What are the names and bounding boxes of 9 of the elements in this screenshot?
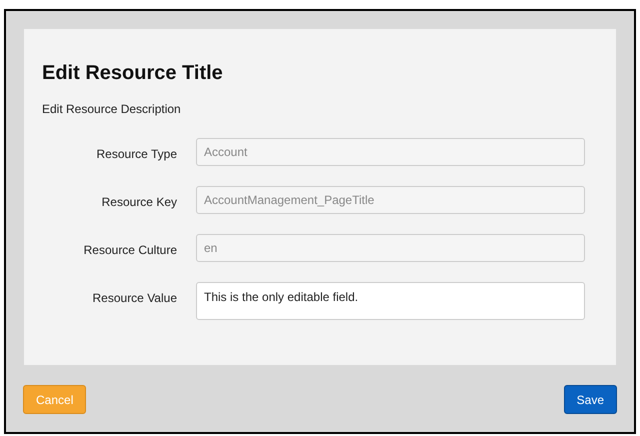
dialog-description: Edit Resource Description (42, 101, 182, 118)
cancel-button[interactable]: Cancel (23, 385, 86, 414)
field-label: Resource Value (92, 290, 178, 307)
resource-value-field[interactable]: This is the only editable field. (196, 282, 585, 320)
field-label: Resource Type (96, 146, 178, 163)
save-button[interactable]: Save (564, 385, 617, 414)
dialog-title: Edit Resource Title (42, 61, 224, 86)
field-label: Resource Key (100, 194, 178, 211)
field-label: Resource Culture (82, 242, 178, 259)
